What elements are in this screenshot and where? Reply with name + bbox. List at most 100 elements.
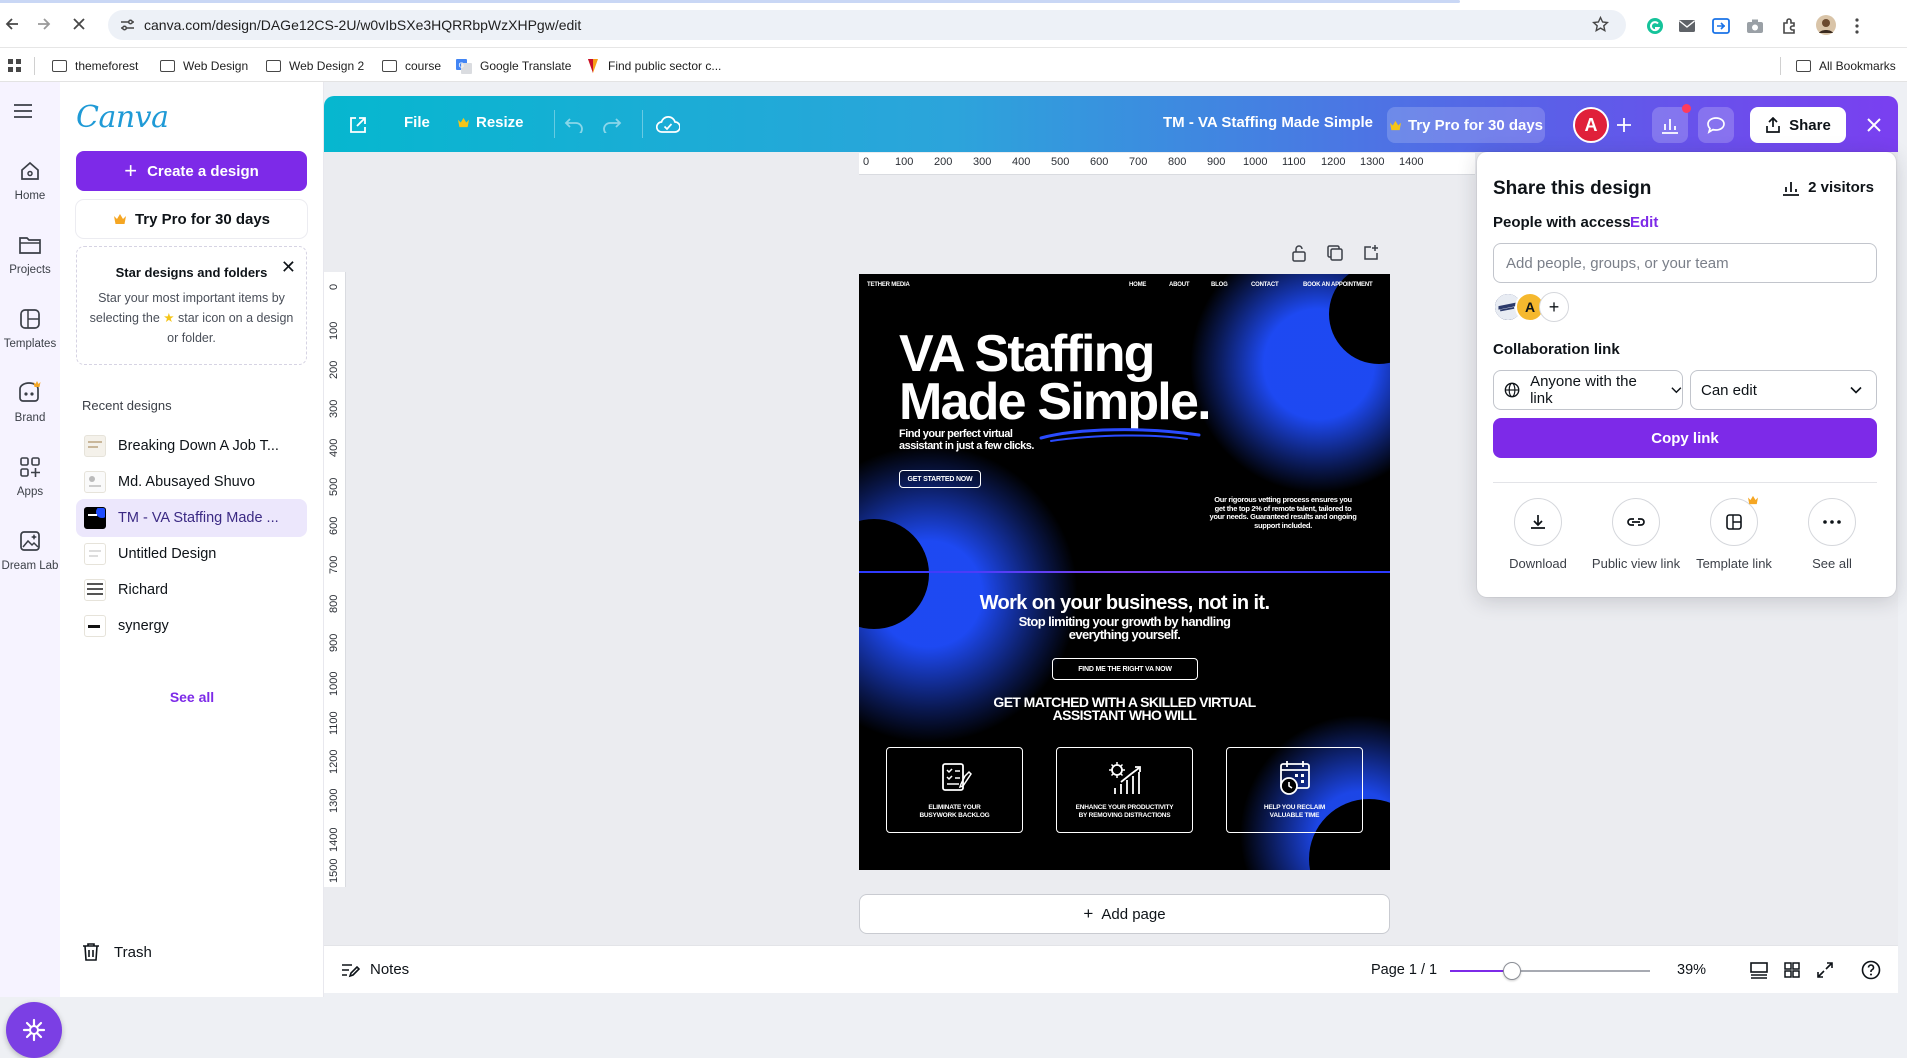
zoom-slider[interactable] [1450,962,1650,980]
undo-icon[interactable] [560,111,588,139]
grid-view-icon[interactable] [1781,959,1803,981]
share-option-template-link[interactable]: Template link [1685,495,1783,571]
duplicate-page-icon[interactable] [1326,244,1344,262]
resize-button[interactable]: Resize [457,114,524,131]
zoom-slider-thumb[interactable] [1503,962,1522,980]
profile-avatar-icon[interactable] [1816,15,1836,35]
add-page-button[interactable]: + Add page [859,894,1390,934]
stop-loading-button[interactable] [68,13,90,35]
notes-button[interactable]: Notes [340,961,409,978]
analytics-button[interactable] [1652,104,1691,143]
share-option-see-all[interactable]: See all [1783,498,1881,571]
bookmark-course[interactable]: course [382,57,441,75]
bookmark-web-design[interactable]: Web Design [160,57,248,75]
ruler-label: 900 [1207,156,1226,168]
visitors-count[interactable]: 2 visitors [1782,179,1874,196]
close-panel-icon[interactable] [1860,111,1888,139]
magic-assistant-button[interactable] [6,1002,62,1058]
home-icon [15,156,45,186]
add-page-icon[interactable] [1362,244,1380,262]
add-person-icon[interactable]: + [1539,292,1569,322]
rail-dream-lab[interactable]: Dream Lab [0,526,60,572]
svg-text:G: G [459,62,464,70]
redo-icon[interactable] [598,111,626,139]
collaborator-avatars: A + [1493,292,1569,322]
recent-design-item-active[interactable]: TM - VA Staffing Made ... [76,499,307,537]
recent-design-item[interactable]: Richard [76,571,307,609]
zoom-percentage[interactable]: 39% [1677,962,1706,978]
crown-icon [458,117,469,128]
share-option-public-view-link[interactable]: Public view link [1587,498,1685,571]
canva-logo[interactable]: Canva [76,100,169,135]
rail-home[interactable]: Home [0,156,60,202]
page-view-icon[interactable] [1748,959,1770,981]
add-collaborator-icon[interactable] [1610,111,1638,139]
try-pro-header-button[interactable]: Try Pro for 30 days [1387,107,1545,143]
design-title[interactable]: TM - VA Staffing Made Simple [1163,114,1373,131]
mail-icon[interactable] [1678,17,1696,35]
create-design-button[interactable]: + Create a design [76,151,307,191]
recent-design-item[interactable]: Breaking Down A Job T... [76,427,307,465]
rail-templates[interactable]: Templates [0,304,60,350]
share-option-download[interactable]: Download [1489,498,1587,571]
try-pro-button[interactable]: Try Pro for 30 days [76,200,307,238]
extensions-puzzle-icon[interactable] [1781,17,1799,35]
apps-grid-icon[interactable] [8,57,22,75]
design-get-started-button: GET STARTED NOW [899,470,981,488]
bookmark-themeforest[interactable]: themeforest [52,57,138,75]
edit-access-link[interactable]: Edit [1630,214,1658,231]
grammarly-icon[interactable] [1646,17,1664,35]
apps-icon [15,452,45,482]
recent-design-item[interactable]: Untitled Design [76,535,307,573]
ruler-label: 500 [1051,156,1070,168]
browser-menu-icon[interactable] [1848,17,1866,35]
bookmark-all-bookmarks[interactable]: All Bookmarks [1796,57,1896,75]
address-bar[interactable]: canva.com/design/DAGe12CS-2U/w0vIbSXe3HQ… [108,10,1626,40]
recent-design-item[interactable]: Md. Abusayed Shuvo [76,463,307,501]
design-page[interactable]: TETHER MEDIA HOME ABOUT BLOG CONTACT BOO… [859,274,1390,870]
cloud-saved-icon[interactable] [654,111,682,139]
share-button[interactable]: Share [1750,107,1846,143]
camera-icon[interactable] [1746,17,1764,35]
left-rail: Home Projects Templates Brand Apps Dream… [0,82,62,1058]
close-icon[interactable]: ✕ [281,257,296,278]
ruler-label: 1200 [328,749,340,774]
close-icon [73,18,85,30]
star-bookmark-icon[interactable] [1592,16,1609,33]
user-avatar[interactable]: A [1573,107,1609,143]
help-icon[interactable] [1860,959,1882,981]
external-link-icon[interactable] [344,111,372,139]
rail-projects[interactable]: Projects [0,230,60,276]
bookmark-web-design-2[interactable]: Web Design 2 [266,57,364,75]
copy-link-button[interactable]: Copy link [1493,418,1877,458]
sparkle-icon [22,1018,46,1042]
design-section-title: Work on your business, not in it. [979,592,1270,614]
recent-design-item[interactable]: synergy [76,607,307,645]
file-menu[interactable]: File [404,114,430,131]
trash-button[interactable]: Trash [82,942,152,962]
rail-brand[interactable]: Brand [0,378,60,424]
share-upload-icon [1766,117,1780,133]
bookmark-google-translate[interactable]: G Google Translate [456,57,571,75]
lock-icon[interactable] [1290,244,1308,262]
menu-icon[interactable] [14,104,32,118]
ruler-label: 800 [1168,156,1187,168]
permission-select[interactable]: Can edit [1690,370,1877,410]
rail-apps[interactable]: Apps [0,452,60,498]
bookmark-find-public-sector[interactable]: Find public sector c... [586,57,721,75]
folder-icon [1796,60,1811,72]
comments-button[interactable] [1698,107,1734,143]
extension-icon[interactable] [1712,17,1730,35]
see-all-recent-link[interactable]: See all [60,689,324,705]
page-load-progress [0,0,1460,3]
link-icon [1612,498,1660,546]
design-find-va-button: FIND ME THE RIGHT VA NOW [1052,658,1198,680]
back-button[interactable] [2,13,24,35]
link-access-select[interactable]: Anyone with the link [1493,370,1683,410]
page-indicator[interactable]: Page 1 / 1 [1371,962,1437,978]
add-people-input[interactable] [1493,243,1877,283]
section-divider [859,571,1390,573]
fullscreen-icon[interactable] [1814,959,1836,981]
recent-designs-heading: Recent designs [82,398,172,413]
forward-button[interactable] [32,13,54,35]
